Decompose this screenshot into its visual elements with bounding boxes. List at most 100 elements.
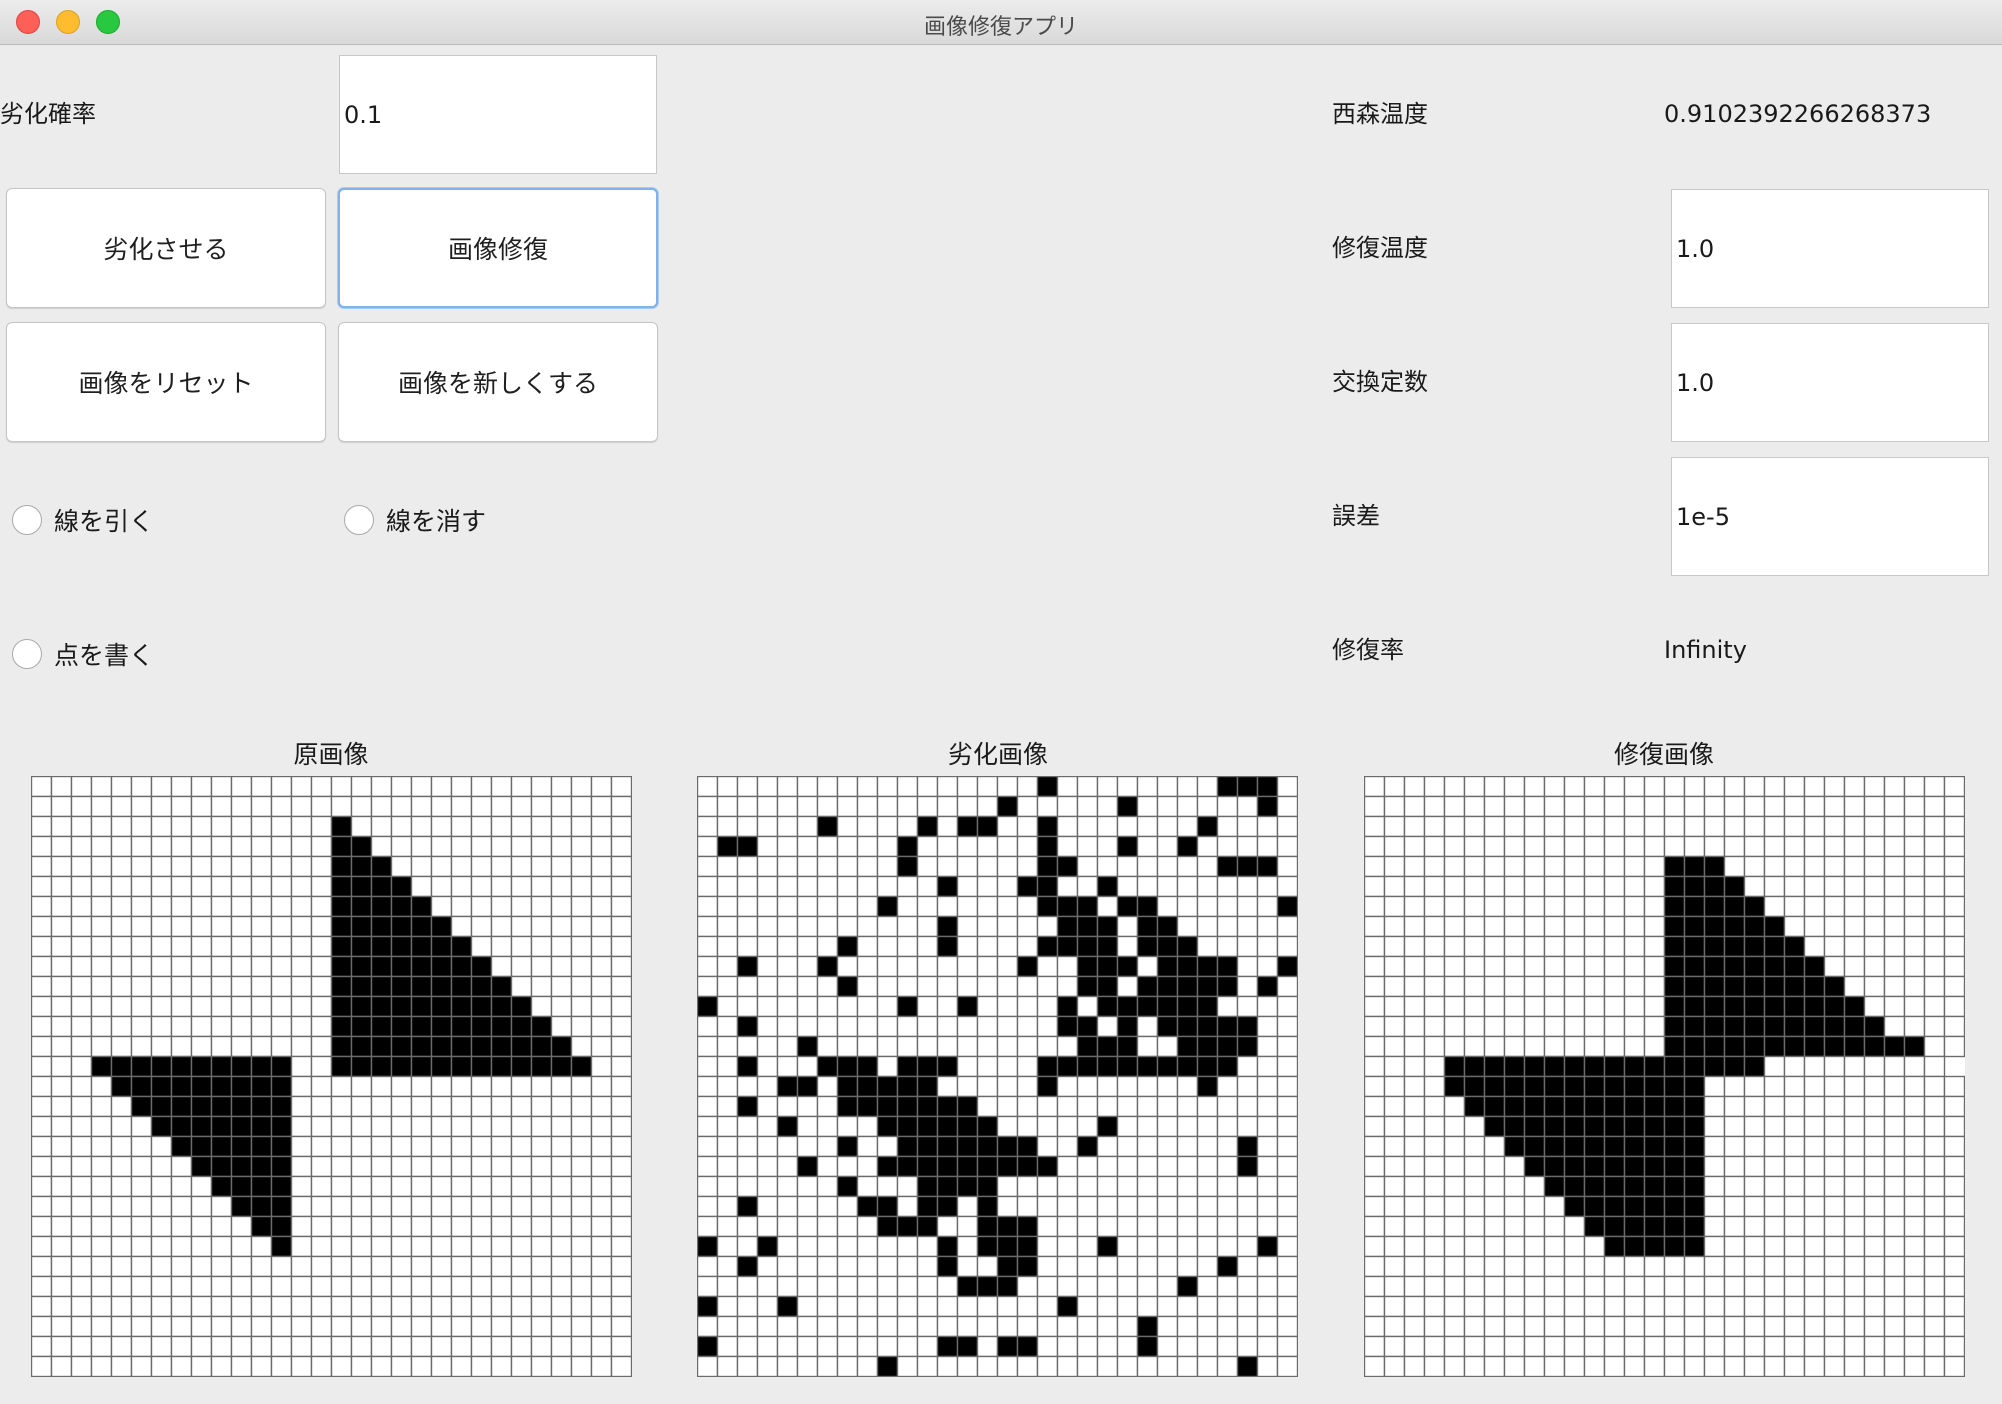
pixel-cell[interactable] — [610, 835, 632, 858]
pixel-cell[interactable] — [1923, 955, 1946, 978]
pixel-cell[interactable] — [1883, 1315, 1906, 1338]
pixel-cell[interactable] — [310, 1315, 333, 1338]
pixel-cell[interactable] — [1096, 895, 1119, 918]
pixel-cell[interactable] — [1383, 1255, 1406, 1278]
pixel-cell[interactable] — [1583, 1175, 1606, 1198]
pixel-cell[interactable] — [270, 1075, 293, 1098]
pixel-cell[interactable] — [1563, 855, 1586, 878]
pixel-cell[interactable] — [1056, 875, 1079, 898]
pixel-cell[interactable] — [697, 1095, 719, 1118]
pixel-cell[interactable] — [1723, 1055, 1746, 1078]
pixel-cell[interactable] — [610, 795, 632, 818]
pixel-cell[interactable] — [1176, 1095, 1199, 1118]
pixel-cell[interactable] — [1364, 895, 1386, 918]
pixel-cell[interactable] — [1583, 975, 1606, 998]
pixel-cell[interactable] — [1503, 1015, 1526, 1038]
pixel-cell[interactable] — [90, 1255, 113, 1278]
pixel-cell[interactable] — [1216, 915, 1239, 938]
pixel-cell[interactable] — [550, 1095, 573, 1118]
pixel-cell[interactable] — [956, 1015, 979, 1038]
pixel-cell[interactable] — [570, 1355, 593, 1377]
pixel-cell[interactable] — [110, 1295, 133, 1318]
pixel-cell[interactable] — [1883, 1275, 1906, 1298]
pixel-cell[interactable] — [1903, 1335, 1926, 1358]
pixel-cell[interactable] — [350, 855, 373, 878]
pixel-cell[interactable] — [1136, 1055, 1159, 1078]
pixel-cell[interactable] — [1583, 1115, 1606, 1138]
pixel-cell[interactable] — [1563, 1015, 1586, 1038]
pixel-cell[interactable] — [1783, 1015, 1806, 1038]
pixel-cell[interactable] — [550, 1315, 573, 1338]
pixel-cell[interactable] — [1076, 1315, 1099, 1338]
pixel-cell[interactable] — [896, 895, 919, 918]
pixel-cell[interactable] — [1803, 1295, 1826, 1318]
pixel-cell[interactable] — [716, 1175, 739, 1198]
pixel-cell[interactable] — [1883, 815, 1906, 838]
pixel-cell[interactable] — [530, 1035, 553, 1058]
pixel-cell[interactable] — [510, 1355, 533, 1377]
pixel-cell[interactable] — [430, 1215, 453, 1238]
pixel-cell[interactable] — [776, 776, 799, 798]
pixel-cell[interactable] — [490, 776, 513, 798]
pixel-cell[interactable] — [1423, 855, 1446, 878]
pixel-cell[interactable] — [1603, 1235, 1626, 1258]
pixel-cell[interactable] — [530, 835, 553, 858]
pixel-cell[interactable] — [1903, 955, 1926, 978]
pixel-cell[interactable] — [550, 795, 573, 818]
pixel-cell[interactable] — [776, 1055, 799, 1078]
pixel-cell[interactable] — [430, 955, 453, 978]
pixel-cell[interactable] — [110, 776, 133, 798]
pixel-cell[interactable] — [896, 915, 919, 938]
pixel-cell[interactable] — [1563, 1295, 1586, 1318]
pixel-cell[interactable] — [1483, 1035, 1506, 1058]
pixel-cell[interactable] — [716, 1055, 739, 1078]
pixel-cell[interactable] — [31, 795, 53, 818]
pixel-cell[interactable] — [270, 955, 293, 978]
pixel-cell[interactable] — [430, 1095, 453, 1118]
pixel-cell[interactable] — [1863, 895, 1886, 918]
pixel-cell[interactable] — [776, 995, 799, 1018]
pixel-cell[interactable] — [856, 955, 879, 978]
pixel-cell[interactable] — [570, 835, 593, 858]
pixel-cell[interactable] — [1643, 855, 1666, 878]
pixel-cell[interactable] — [1383, 795, 1406, 818]
pixel-cell[interactable] — [1276, 955, 1298, 978]
pixel-cell[interactable] — [150, 835, 173, 858]
pixel-cell[interactable] — [150, 1155, 173, 1178]
pixel-cell[interactable] — [350, 895, 373, 918]
pixel-cell[interactable] — [1116, 955, 1139, 978]
pixel-cell[interactable] — [270, 915, 293, 938]
pixel-cell[interactable] — [1443, 995, 1466, 1018]
pixel-cell[interactable] — [1883, 955, 1906, 978]
pixel-cell[interactable] — [1523, 1175, 1546, 1198]
pixel-cell[interactable] — [996, 1295, 1019, 1318]
pixel-cell[interactable] — [1176, 1335, 1199, 1358]
pixel-cell[interactable] — [370, 1315, 393, 1338]
pixel-cell[interactable] — [1383, 955, 1406, 978]
pixel-cell[interactable] — [1276, 776, 1298, 798]
pixel-cell[interactable] — [490, 1195, 513, 1218]
pixel-cell[interactable] — [1503, 1035, 1526, 1058]
pixel-cell[interactable] — [110, 795, 133, 818]
pixel-cell[interactable] — [450, 935, 473, 958]
pixel-cell[interactable] — [1216, 1235, 1239, 1258]
pixel-cell[interactable] — [1096, 1235, 1119, 1258]
pixel-cell[interactable] — [836, 975, 859, 998]
pixel-cell[interactable] — [1076, 1255, 1099, 1278]
pixel-cell[interactable] — [856, 1115, 879, 1138]
pixel-cell[interactable] — [1563, 1175, 1586, 1198]
pixel-cell[interactable] — [1863, 1015, 1886, 1038]
pixel-cell[interactable] — [876, 815, 899, 838]
pixel-cell[interactable] — [936, 1275, 959, 1298]
pixel-cell[interactable] — [31, 1275, 53, 1298]
pixel-cell[interactable] — [1703, 955, 1726, 978]
pixel-cell[interactable] — [976, 895, 999, 918]
pixel-cell[interactable] — [1196, 1315, 1219, 1338]
pixel-cell[interactable] — [490, 1315, 513, 1338]
pixel-cell[interactable] — [210, 1055, 233, 1078]
pixel-cell[interactable] — [1136, 1155, 1159, 1178]
pixel-cell[interactable] — [956, 1155, 979, 1178]
pixel-cell[interactable] — [490, 1015, 513, 1038]
pixel-cell[interactable] — [1256, 1135, 1279, 1158]
pixel-cell[interactable] — [430, 1295, 453, 1318]
